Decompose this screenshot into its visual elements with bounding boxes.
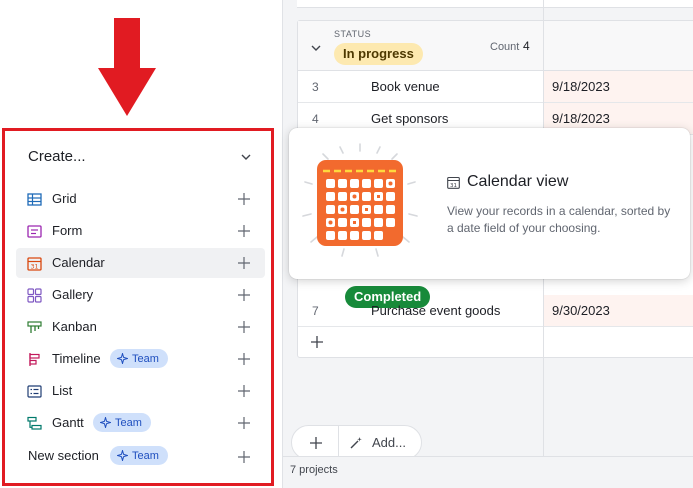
status-pill: In progress	[334, 43, 423, 65]
group-count-value: 4	[523, 39, 530, 53]
group-field-label: STATUS	[334, 29, 372, 39]
calendar-view-tooltip: 31 Calendar view View your records in a …	[289, 128, 690, 279]
cell-date: 9/30/2023	[552, 303, 610, 318]
cell-name[interactable]: Get sponsors	[371, 111, 448, 126]
status-footer: 7 projects	[283, 456, 693, 488]
calendar-illustration	[302, 143, 418, 257]
calendar-icon: 31	[447, 176, 460, 189]
add-button[interactable]: Add...	[372, 435, 406, 450]
add-record-row[interactable]	[298, 327, 693, 357]
record-count: 7 projects	[290, 464, 338, 476]
magic-wand-icon[interactable]	[349, 436, 363, 450]
svg-text:31: 31	[450, 183, 457, 189]
group-header[interactable]: STATUS In progress Count 4	[298, 21, 693, 71]
tooltip-description: View your records in a calendar, sorted …	[447, 204, 671, 235]
table-row[interactable]: 3 Book venue 9/18/2023	[298, 71, 693, 103]
row-number: 3	[312, 80, 319, 94]
create-view-panel: Create... Grid Form 31 Calendar Gallery …	[0, 0, 283, 488]
plus-icon[interactable]	[309, 436, 323, 450]
toolbar-divider	[338, 426, 339, 459]
group-count-label: Count	[490, 41, 520, 53]
tooltip-title: Calendar view	[467, 173, 569, 190]
row-number: 7	[312, 304, 319, 318]
red-arrow-annotation	[98, 18, 156, 116]
cell-name[interactable]: Purchase event goods	[371, 303, 500, 318]
chevron-down-icon[interactable]	[310, 42, 322, 54]
plus-icon[interactable]	[310, 335, 324, 349]
row-number: 4	[312, 112, 319, 126]
cell-date: 9/18/2023	[552, 111, 610, 126]
cell-name[interactable]: Book venue	[371, 79, 440, 94]
bottom-toolbar: Add...	[291, 425, 422, 460]
highlight-box-annotation	[2, 128, 274, 486]
grid-top-edge	[297, 0, 693, 8]
cell-date: 9/18/2023	[552, 79, 610, 94]
table-row[interactable]: 7 Purchase event goods 9/30/2023	[298, 295, 693, 327]
